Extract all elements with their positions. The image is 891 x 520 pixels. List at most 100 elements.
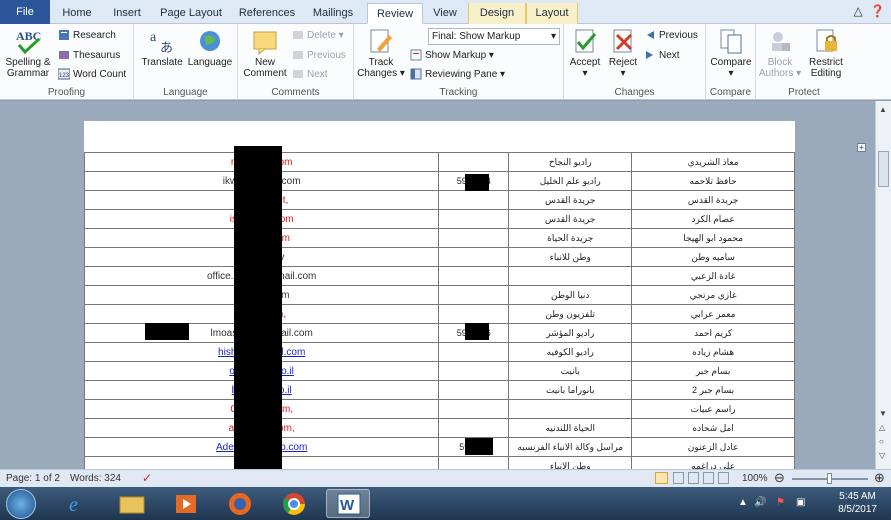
tab-layout[interactable]: Layout [526, 3, 578, 24]
organization-cell[interactable]: الحياة اللندنيه [508, 418, 633, 438]
taskbar-file-explorer[interactable] [110, 489, 154, 518]
name-cell[interactable]: بسام جبر [631, 361, 795, 381]
language-button[interactable]: Language [186, 27, 234, 68]
scrollbar-thumb[interactable] [878, 151, 889, 187]
spelling-grammar-button[interactable]: ABC Spelling & Grammar [2, 27, 54, 79]
tab-references[interactable]: References [236, 3, 298, 24]
phone-cell[interactable] [438, 190, 510, 210]
new-comment-button[interactable]: New Comment [242, 27, 288, 79]
tab-insert[interactable]: Insert [104, 3, 150, 24]
phone-cell[interactable] [438, 266, 510, 286]
show-hidden-icons-icon[interactable]: ▲ [738, 497, 748, 508]
delete-comment-button[interactable]: Delete ▾ [292, 28, 344, 44]
draft-view-icon[interactable] [718, 472, 729, 484]
organization-cell[interactable]: بانيت [508, 361, 633, 381]
reviewing-pane-button[interactable]: Reviewing Pane ▾ [410, 67, 505, 83]
tab-view[interactable]: View [428, 3, 462, 24]
phone-cell[interactable] [438, 247, 510, 267]
scroll-up-arrow-icon[interactable]: ▲ [879, 105, 887, 114]
name-cell[interactable]: غادة الزعبي [631, 266, 795, 286]
outline-view-icon[interactable] [703, 472, 714, 484]
track-changes-button[interactable]: Track Changes ▾ [356, 27, 406, 79]
full-screen-reading-view-icon[interactable] [673, 472, 684, 484]
name-cell[interactable]: ساميه وطن [631, 247, 795, 267]
name-cell[interactable]: بسام جبر 2 [631, 380, 795, 400]
name-cell[interactable]: هشام زياده [631, 342, 795, 362]
print-layout-view-icon[interactable] [655, 472, 668, 484]
organization-cell[interactable]: وطن للانباء [508, 247, 633, 267]
web-layout-view-icon[interactable] [688, 472, 699, 484]
organization-cell[interactable]: جريدة القدس [508, 209, 633, 229]
zoom-out-icon[interactable]: ⊖ [774, 470, 785, 486]
phone-cell[interactable] [438, 418, 510, 438]
phone-cell[interactable] [438, 152, 510, 172]
research-button[interactable]: Research [58, 28, 116, 44]
organization-cell[interactable]: جريدة القدس [508, 190, 633, 210]
block-authors-button[interactable]: Block Authors ▾ [758, 27, 802, 79]
name-cell[interactable]: علي دراغمه [631, 456, 795, 469]
phone-cell[interactable] [438, 380, 510, 400]
organization-cell[interactable] [508, 399, 633, 419]
tab-design[interactable]: Design [468, 3, 526, 24]
proofing-status-icon[interactable]: ✓ [142, 471, 152, 485]
markup-mode-dropdown[interactable]: Final: Show Markup ▾ [428, 28, 560, 45]
next-page-icon[interactable]: ▽ [879, 451, 885, 460]
phone-cell[interactable] [438, 285, 510, 305]
phone-cell[interactable] [438, 304, 510, 324]
name-cell[interactable]: محمود ابو الهيجا [631, 228, 795, 248]
browse-object-icon[interactable]: ○ [879, 437, 884, 446]
phone-cell[interactable] [438, 209, 510, 229]
phone-cell[interactable] [438, 399, 510, 419]
reject-button[interactable]: Reject ▾ [604, 27, 642, 79]
vertical-scrollbar[interactable]: ▲ ▼ △ ○ ▽ [875, 101, 891, 469]
network-icon[interactable]: ▣ [796, 497, 805, 508]
phone-cell[interactable] [438, 361, 510, 381]
table-move-handle-icon[interactable]: + [857, 143, 866, 152]
previous-comment-button[interactable]: Previous [292, 48, 346, 64]
organization-cell[interactable]: راديو علم الخليل [508, 171, 633, 191]
next-comment-button[interactable]: Next [292, 67, 328, 83]
name-cell[interactable]: غازي مرتجي [631, 285, 795, 305]
organization-cell[interactable]: راديو المؤشر [508, 323, 633, 343]
start-button-icon[interactable] [6, 489, 36, 519]
help-icon[interactable]: ❓ [870, 4, 885, 18]
taskbar-firefox[interactable] [218, 489, 262, 518]
zoom-in-icon[interactable]: ⊕ [874, 470, 885, 486]
minimize-ribbon-icon[interactable]: △ [853, 4, 862, 18]
accept-button[interactable]: Accept ▾ [566, 27, 604, 79]
phone-cell[interactable] [438, 228, 510, 248]
name-cell[interactable]: معاذ الشريدي [631, 152, 795, 172]
name-cell[interactable]: حافظ تلاحمه [631, 171, 795, 191]
previous-page-icon[interactable]: △ [879, 423, 885, 432]
previous-change-button[interactable]: Previous [644, 28, 698, 44]
translate-button[interactable]: a あ Translate [140, 27, 184, 68]
zoom-slider-knob[interactable] [827, 473, 832, 484]
name-cell[interactable]: راسم عبيات [631, 399, 795, 419]
thesaurus-button[interactable]: Thesaurus [58, 48, 120, 64]
organization-cell[interactable]: بانوراما بانيت [508, 380, 633, 400]
zoom-level[interactable]: 100% [742, 473, 768, 484]
tab-mailings[interactable]: Mailings [306, 3, 360, 24]
taskbar-clock[interactable]: 5:45 AM 8/5/2017 [838, 490, 877, 516]
tab-review[interactable]: Review [367, 3, 423, 24]
phone-cell[interactable] [438, 456, 510, 469]
organization-cell[interactable] [508, 266, 633, 286]
organization-cell[interactable]: راديو النجاح [508, 152, 633, 172]
name-cell[interactable]: كريم احمد [631, 323, 795, 343]
volume-icon[interactable]: 🔊 [754, 497, 766, 508]
scroll-down-arrow-icon[interactable]: ▼ [879, 409, 887, 418]
phone-cell[interactable] [438, 342, 510, 362]
name-cell[interactable]: جريدة القدس [631, 190, 795, 210]
name-cell[interactable]: معمر عرابي [631, 304, 795, 324]
next-change-button[interactable]: Next [644, 48, 680, 64]
action-center-icon[interactable]: ⚑ [776, 497, 785, 508]
taskbar-chrome[interactable] [272, 489, 316, 518]
name-cell[interactable]: عصام الكرد [631, 209, 795, 229]
page-count[interactable]: Page: 1 of 2 [6, 473, 60, 484]
tab-home[interactable]: Home [56, 3, 98, 24]
word-count-button[interactable]: 123 Word Count [58, 67, 126, 83]
restrict-editing-button[interactable]: Restrict Editing [804, 27, 848, 79]
organization-cell[interactable]: مراسل وكالة الانباء الفرنسيه [508, 437, 633, 457]
tab-file[interactable]: File [0, 0, 50, 24]
compare-button[interactable]: Compare ▾ [708, 27, 754, 79]
